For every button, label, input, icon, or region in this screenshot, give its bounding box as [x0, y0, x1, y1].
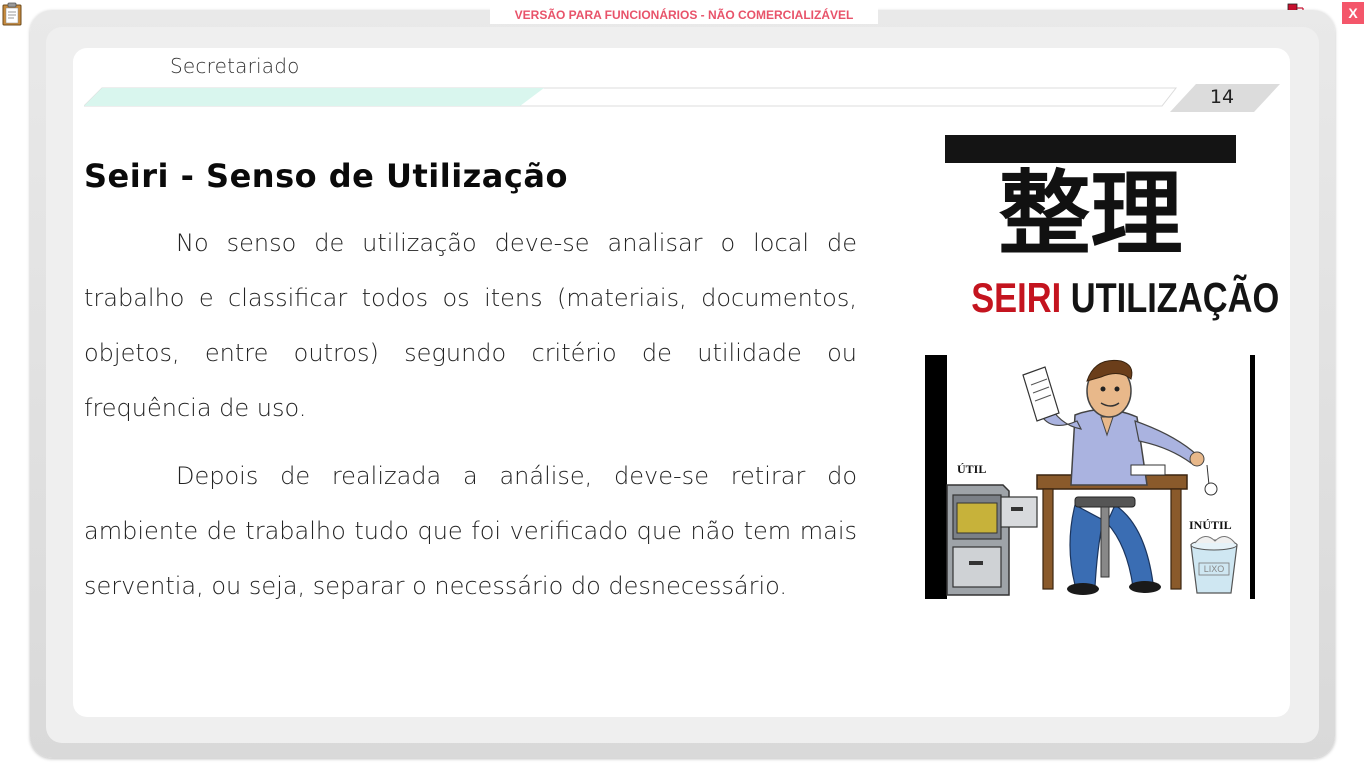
trash-bin-icon: LIXO [1190, 536, 1238, 594]
version-banner: VERSÃO PARA FUNCIONÁRIOS - NÃO COMERCIAL… [490, 6, 878, 24]
filing-cabinet-icon [946, 484, 1038, 596]
util-label: ÚTIL [957, 462, 986, 476]
trash-label: LIXO [1204, 564, 1225, 574]
falling-paper-icon [1204, 464, 1218, 496]
seiri-caption-red: SEIRI [971, 274, 1062, 321]
cartoon-drawing: LIXO ÚTIL INÚTIL [925, 355, 1255, 599]
seiri-figure: 整理 SEIRI UTILIZAÇÃO [945, 135, 1279, 325]
desk-icon [1036, 474, 1188, 590]
paragraph-1-text: No senso de utilização deve-se analisar … [84, 229, 857, 422]
seiri-kanji: 整理 [998, 161, 1183, 268]
paragraph-2-text: Depois de realizada a análise, deve-se r… [84, 462, 857, 600]
seiri-cartoon-illustration: LIXO ÚTIL INÚTIL [925, 355, 1255, 599]
page-header-title: Secretariado [170, 54, 300, 78]
inutil-label: INÚTIL [1189, 518, 1232, 532]
page-number: 14 [1209, 86, 1235, 108]
header-decoration-bar [84, 84, 1280, 112]
paragraph-1: No senso de utilização deve-se analisar … [84, 216, 857, 436]
close-button[interactable]: X [1342, 2, 1364, 24]
section-heading: Seiri - Senso de Utilização [84, 157, 568, 195]
seiri-caption: SEIRI UTILIZAÇÃO [971, 273, 1279, 323]
seiri-top-bar [945, 135, 1236, 163]
paragraph-2: Depois de realizada a análise, deve-se r… [84, 449, 857, 614]
clipboard-icon[interactable] [2, 2, 22, 26]
seiri-caption-black: UTILIZAÇÃO [1070, 274, 1280, 321]
